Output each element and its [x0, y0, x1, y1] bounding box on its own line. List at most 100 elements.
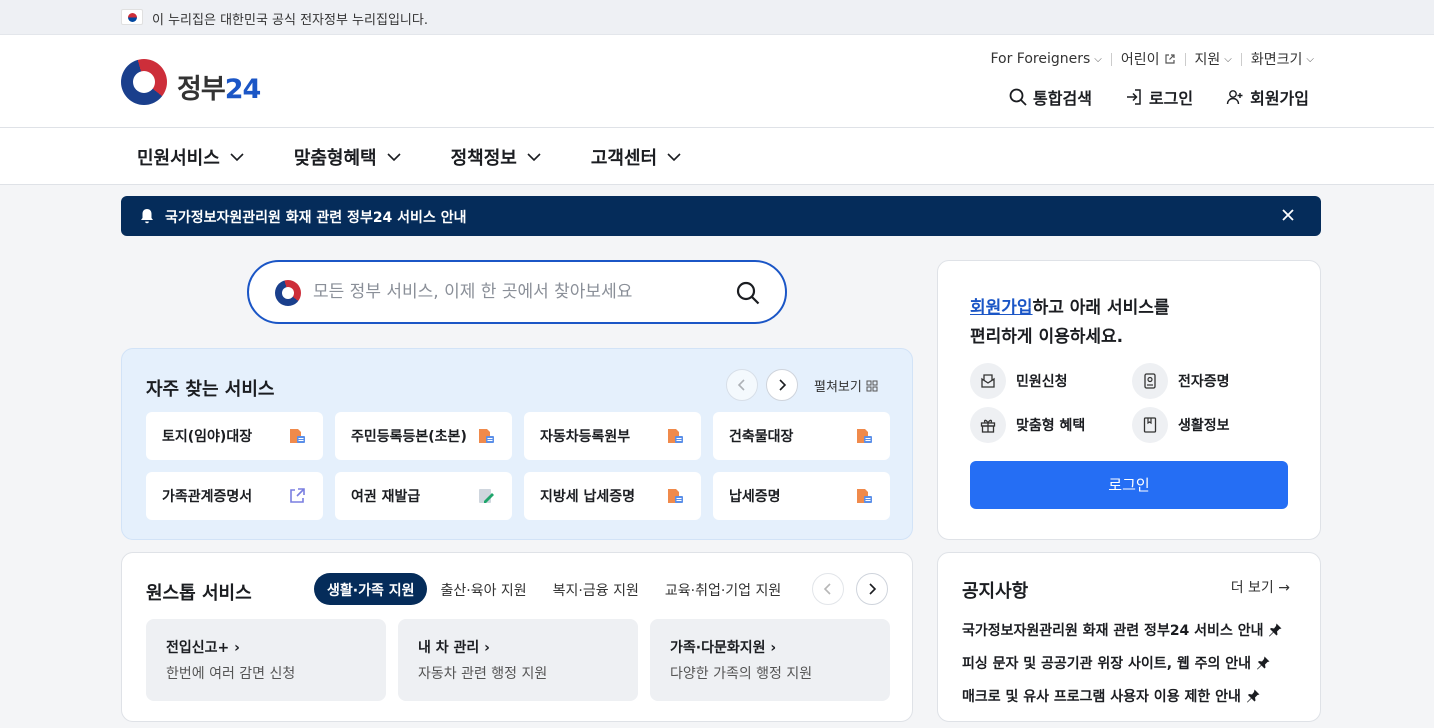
- frequent-service-item[interactable]: 여권 재발급: [335, 472, 512, 520]
- prev-button[interactable]: [812, 573, 844, 605]
- frequent-services-grid: 토지(임야)대장 주민등록등본(초본) 자동차등록원부 건축물대장가족관계증명서 여권 …: [146, 412, 890, 520]
- frequent-service-item[interactable]: 납세증명: [713, 472, 890, 520]
- signup-link[interactable]: 회원가입: [970, 298, 1033, 318]
- frequent-service-label: 자동차등록원부: [540, 429, 631, 445]
- prev-button[interactable]: [726, 369, 758, 401]
- document-icon: [854, 486, 874, 506]
- announcement-item[interactable]: 매크로 및 유사 프로그램 사용자 이용 제한 안내: [962, 679, 1283, 712]
- feature-custom-benefits: 맞춤형 혜택: [970, 407, 1132, 443]
- onestop-card-title: 내 차 관리 ›: [418, 640, 490, 656]
- logo-number: 24: [224, 74, 262, 105]
- frequent-service-label: 건축물대장: [729, 429, 794, 445]
- onestop-card[interactable]: 내 차 관리 › 자동차 관련 행정 지원: [398, 619, 638, 701]
- login-button[interactable]: 로그인: [1124, 85, 1193, 109]
- feature-civil-application: 민원신청: [970, 363, 1132, 399]
- chevron-down-icon: [387, 153, 401, 162]
- frequent-service-label: 지방세 납세증명: [540, 489, 636, 505]
- frequent-service-item[interactable]: 가족관계증명서: [146, 472, 323, 520]
- frequent-service-item[interactable]: 자동차등록원부: [524, 412, 701, 460]
- onestop-card-title: 가족·다문화지원 ›: [670, 640, 777, 656]
- nav-label: 민원서비스: [137, 148, 220, 169]
- onestop-tab[interactable]: 출산·육아 지원: [427, 573, 539, 605]
- frequent-services-title: 자주 찾는 서비스: [146, 379, 275, 400]
- frequent-service-label: 토지(임야)대장: [162, 429, 253, 445]
- gov-official-banner: 이 누리집은 대한민국 공식 전자정부 누리집입니다.: [0, 0, 1434, 35]
- nav-policy-info[interactable]: 정책정보: [451, 144, 541, 170]
- external-link-icon: [1164, 54, 1175, 64]
- kids-link[interactable]: 어린이: [1121, 49, 1176, 69]
- announcement-item[interactable]: 국가정보자원관리원 화재 관련 정부24 서비스 안내: [962, 613, 1283, 646]
- announcement-text: 매크로 및 유사 프로그램 사용자 이용 제한 안내: [962, 688, 1241, 705]
- frequent-services-panel: 자주 찾는 서비스 펼쳐보기 토지(임야)대장 주민등록등본(초본) 자동차등록원부…: [121, 348, 913, 540]
- nav-civil-services[interactable]: 민원서비스: [137, 144, 244, 170]
- feature-label: 맞춤형 혜택: [1016, 418, 1086, 434]
- gov24-logo[interactable]: 정부24: [121, 59, 266, 107]
- divider: [1110, 52, 1112, 66]
- document-icon: [665, 426, 685, 446]
- for-foreigners-dropdown[interactable]: For Foreigners ⌵: [990, 51, 1101, 67]
- document-icon: [665, 486, 685, 506]
- header-actions: 통합검색 로그인 회원가입: [1008, 85, 1309, 109]
- expand-button[interactable]: 펼쳐보기: [814, 376, 878, 395]
- bell-icon: [141, 209, 153, 224]
- pin-icon: [1269, 623, 1282, 636]
- main-search-box: [247, 260, 787, 324]
- search-label: 통합검색: [1033, 89, 1092, 108]
- nav-custom-benefits[interactable]: 맞춤형혜택: [294, 144, 401, 170]
- chevron-right-icon: ›: [484, 640, 490, 656]
- alert-notice-bar[interactable]: 국가정보자원관리원 화재 관련 정부24 서비스 안내: [121, 196, 1321, 236]
- frequent-service-item[interactable]: 토지(임야)대장: [146, 412, 323, 460]
- close-icon[interactable]: [1281, 208, 1295, 222]
- nav-label: 고객센터: [590, 148, 658, 169]
- announcement-item[interactable]: 피싱 문자 및 공공기관 위장 사이트, 웹 주의 안내: [962, 646, 1283, 679]
- onestop-card-subtitle: 자동차 관련 행정 지원: [418, 666, 548, 682]
- onestop-tab[interactable]: 생활·가족 지원: [314, 573, 428, 605]
- chevron-down-icon: ⌵: [1094, 53, 1102, 65]
- onestop-tab[interactable]: 교육·취업·기업 지원: [652, 573, 794, 605]
- feature-list: 민원신청 전자증명 맞춤형 혜택 생활정보: [970, 363, 1294, 443]
- login-label: 로그인: [1148, 89, 1194, 108]
- announcement-text: 국가정보자원관리원 화재 관련 정부24 서비스 안내: [962, 622, 1264, 639]
- edit-icon: [476, 486, 496, 506]
- integrated-search-button[interactable]: 통합검색: [1008, 85, 1092, 109]
- document-icon: [476, 426, 496, 446]
- more-label: 더 보기: [1230, 580, 1274, 596]
- support-dropdown[interactable]: 지원 ⌵: [1195, 49, 1232, 69]
- login-primary-button[interactable]: 로그인: [970, 461, 1288, 509]
- expand-label: 펼쳐보기: [814, 380, 862, 395]
- main-search-input[interactable]: [313, 278, 713, 306]
- promo-line2: 편리하게 이용하세요.: [970, 327, 1124, 347]
- frequent-service-item[interactable]: 주민등록등본(초본): [335, 412, 512, 460]
- korea-flag-icon: [121, 9, 143, 25]
- onestop-services-panel: 원스톱 서비스 생활·가족 지원 출산·육아 지원 복지·금융 지원 교육·취업·기업…: [121, 552, 913, 722]
- frequent-service-item[interactable]: 지방세 납세증명: [524, 472, 701, 520]
- chevron-right-icon: [779, 379, 787, 391]
- kids-label: 어린이: [1120, 52, 1160, 68]
- divider: [1240, 52, 1242, 66]
- support-label: 지원: [1194, 52, 1221, 68]
- next-button[interactable]: [856, 573, 888, 605]
- onestop-card[interactable]: 전입신고+ › 한번에 여러 감면 신청: [146, 619, 386, 701]
- more-link[interactable]: 더 보기 →: [1231, 577, 1290, 597]
- onestop-tab[interactable]: 복지·금융 지원: [540, 573, 652, 605]
- next-button[interactable]: [766, 369, 798, 401]
- bookmark-book-icon: [1143, 417, 1157, 433]
- pin-icon: [1257, 656, 1270, 669]
- pin-icon: [1246, 689, 1260, 702]
- search-icon[interactable]: [735, 280, 761, 306]
- screen-size-dropdown[interactable]: 화면크기 ⌵: [1251, 49, 1314, 69]
- alert-notice-text: 국가정보자원관리원 화재 관련 정부24 서비스 안내: [165, 210, 467, 226]
- nav-customer-center[interactable]: 고객센터: [591, 144, 681, 170]
- chevron-right-icon: ›: [234, 640, 240, 656]
- chevron-left-icon: [823, 583, 831, 595]
- onestop-title: 원스톱 서비스: [146, 583, 252, 604]
- signup-button[interactable]: 회원가입: [1225, 85, 1309, 109]
- frequent-service-label: 주민등록등본(초본): [351, 429, 467, 445]
- onestop-card[interactable]: 가족·다문화지원 › 다양한 가족의 행정 지원: [650, 619, 890, 701]
- onestop-tabs: 생활·가족 지원 출산·육아 지원 복지·금융 지원 교육·취업·기업 지원: [314, 573, 794, 605]
- onestop-card-title: 전입신고+ ›: [166, 640, 240, 656]
- search-icon: [1009, 88, 1027, 106]
- frequent-service-item[interactable]: 건축물대장: [713, 412, 890, 460]
- header: 정부24 For Foreigners ⌵ 어린이 지원 ⌵ 화면크기 ⌵ 통합검색 …: [0, 35, 1434, 128]
- feature-label: 생활정보: [1178, 418, 1230, 434]
